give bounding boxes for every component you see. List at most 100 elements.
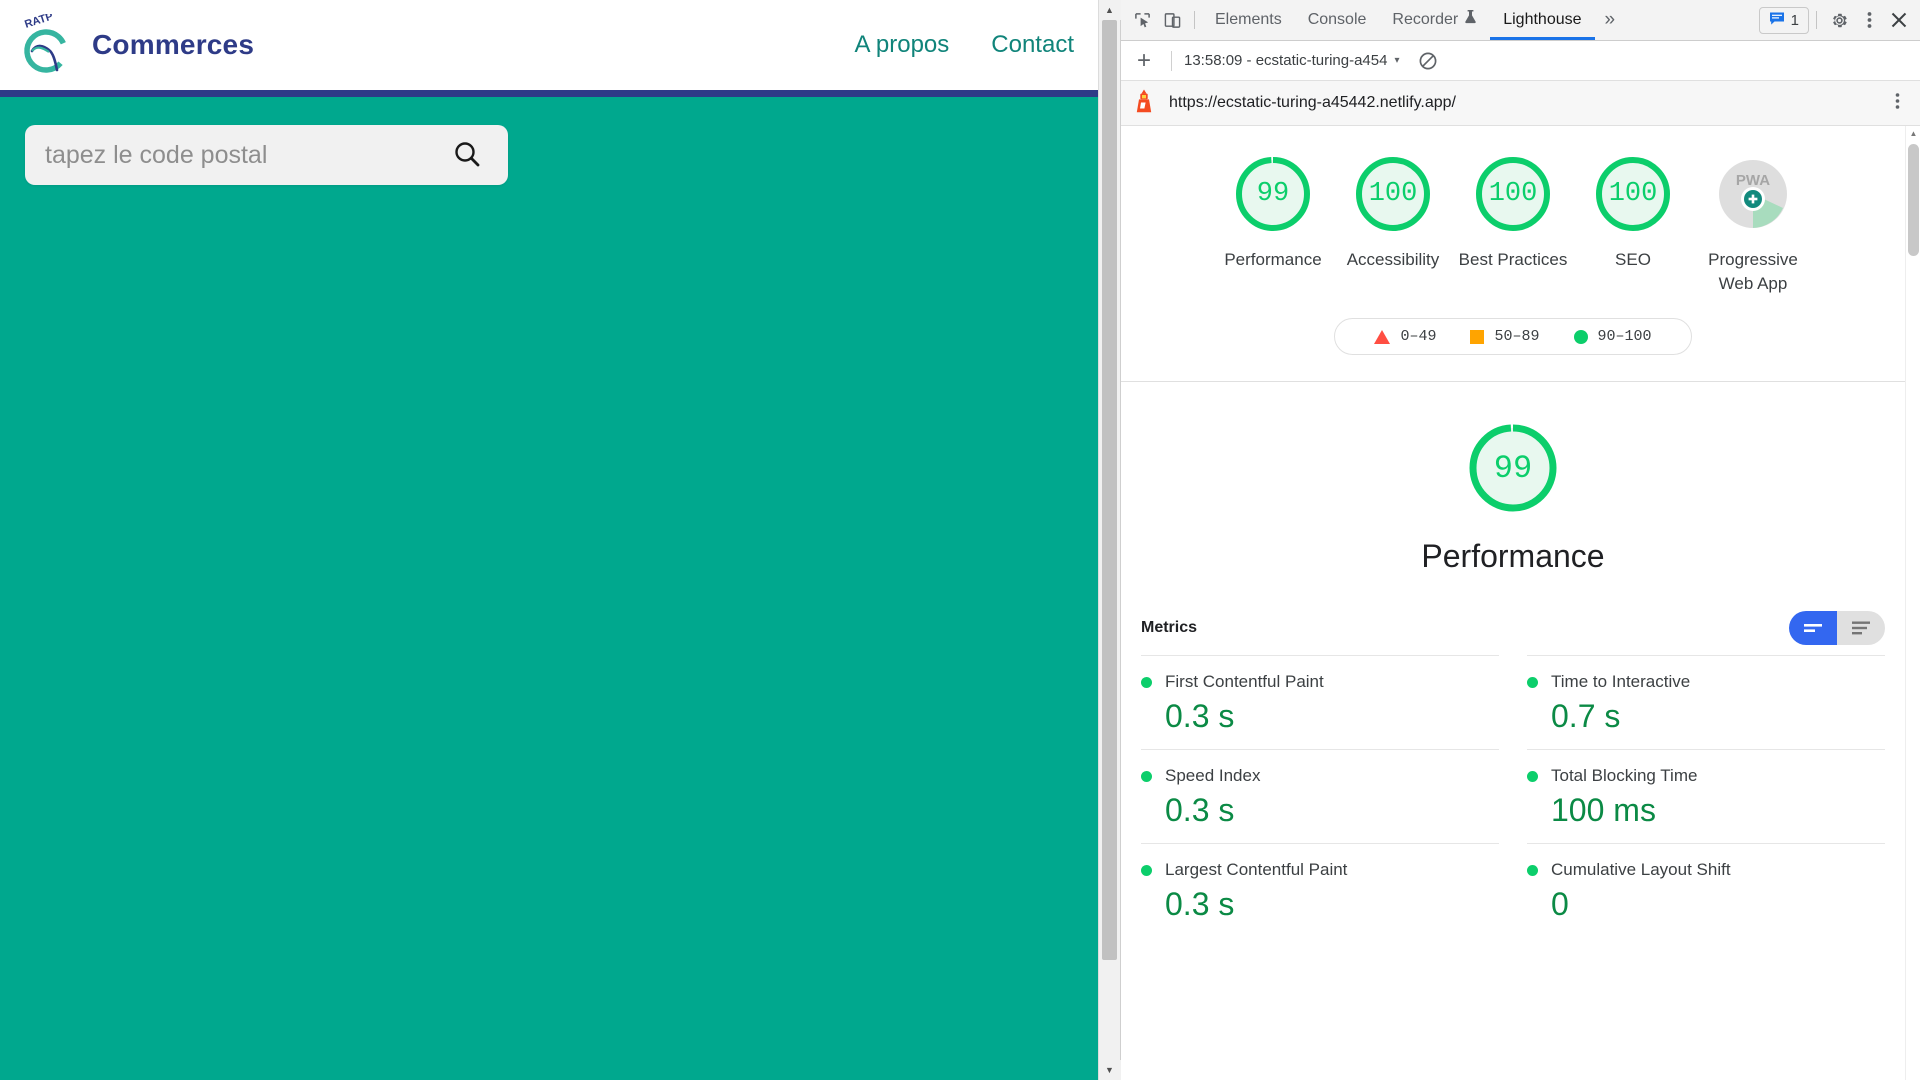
metric-value: 0.7 s — [1551, 698, 1621, 735]
devtools-scrollbar[interactable]: ▲ — [1905, 126, 1920, 1080]
more-tabs-icon[interactable]: » — [1595, 9, 1626, 31]
metric-speed-index[interactable]: Speed Index 0.3 s — [1141, 749, 1499, 843]
page-scrollbar[interactable]: ▲ ▼ — [1098, 0, 1121, 1080]
search-bar[interactable] — [25, 125, 508, 185]
devtools-panel: Elements Console Recorder Lighthouse » 1… — [1120, 0, 1920, 1080]
score-legend: 0–49 50–89 90–100 — [1334, 318, 1692, 356]
expanded-view-icon[interactable] — [1837, 611, 1885, 646]
inspect-element-icon[interactable] — [1127, 5, 1157, 35]
toolbar-separator — [1194, 11, 1195, 29]
metric-largest-contentful-paint[interactable]: Largest Contentful Paint 0.3 s — [1141, 843, 1499, 937]
pwa-label: Progressive Web App — [1708, 250, 1798, 294]
performance-hero-label: Performance — [1421, 538, 1605, 575]
tab-lighthouse[interactable]: Lighthouse — [1490, 0, 1594, 40]
metric-name: First Contentful Paint — [1165, 672, 1324, 692]
message-icon — [1769, 11, 1785, 30]
metric-first-contentful-paint[interactable]: First Contentful Paint 0.3 s — [1141, 655, 1499, 749]
header-divider — [0, 90, 1098, 97]
performance-section-header: 99 Performance — [1121, 382, 1905, 589]
pwa-badge-icon: PWA — [1711, 152, 1795, 236]
metric-name: Total Blocking Time — [1551, 766, 1698, 786]
status-dot-icon — [1141, 676, 1152, 688]
score-legend-wrap: 0–49 50–89 90–100 — [1121, 318, 1905, 381]
metric-name: Time to Interactive — [1551, 672, 1691, 692]
metric-header: Speed Index — [1141, 766, 1499, 786]
tab-recorder[interactable]: Recorder — [1379, 0, 1490, 40]
lighthouse-report: 99 Performance 100 Accessibility 100 Bes… — [1121, 126, 1920, 1080]
clear-report-icon[interactable] — [1415, 48, 1441, 74]
status-dot-icon — [1527, 864, 1538, 876]
square-icon — [1470, 329, 1485, 344]
accessibility-gauge: 100 — [1351, 152, 1435, 236]
metric-cumulative-layout-shift[interactable]: Cumulative Layout Shift 0 — [1527, 843, 1885, 937]
search-input[interactable] — [45, 140, 448, 170]
seo-label: SEO — [1615, 250, 1651, 269]
circle-icon — [1573, 329, 1588, 344]
tab-recorder-label: Recorder — [1392, 11, 1459, 28]
metric-value: 0 — [1551, 886, 1569, 923]
site-nav: A propos Contact — [855, 31, 1074, 59]
score-accessibility[interactable]: 100 Accessibility — [1333, 152, 1453, 296]
plus-icon[interactable]: + — [1129, 48, 1159, 73]
metric-name: Speed Index — [1165, 766, 1261, 786]
kebab-menu-icon[interactable] — [1854, 5, 1884, 35]
issues-badge[interactable]: 1 — [1758, 6, 1809, 34]
best-practices-label: Best Practices — [1458, 250, 1568, 269]
gear-icon[interactable] — [1824, 5, 1854, 35]
legend-average-range: 50–89 — [1494, 328, 1540, 346]
flask-icon — [1464, 0, 1477, 40]
metric-value: 100 ms — [1551, 792, 1656, 829]
brand[interactable]: RATP Commerces — [20, 10, 254, 76]
site-header: RATP Commerces A propos Contact — [0, 0, 1098, 90]
seo-score: 100 — [1608, 179, 1658, 209]
metric-value: 0.3 s — [1165, 886, 1235, 923]
collapsed-view-icon[interactable] — [1789, 611, 1837, 646]
web-page-viewport: RATP Commerces A propos Contact — [0, 0, 1098, 1080]
metric-header: Total Blocking Time — [1527, 766, 1885, 786]
status-dot-icon — [1141, 770, 1152, 782]
chevron-down-icon: ▾ — [1394, 55, 1400, 66]
metrics-view-toggle[interactable] — [1789, 611, 1885, 646]
close-icon[interactable] — [1884, 5, 1914, 35]
score-best-practices[interactable]: 100 Best Practices — [1453, 152, 1573, 296]
report-selector[interactable]: 13:58:09 - ecstatic-turing-a454 ▾ — [1184, 52, 1399, 69]
report-selector-label: 13:58:09 - ecstatic-turing-a454 — [1184, 52, 1388, 69]
score-pwa[interactable]: PWA Progressive Web App — [1693, 152, 1813, 296]
score-performance[interactable]: 99 Performance — [1213, 152, 1333, 296]
metric-total-blocking-time[interactable]: Total Blocking Time 100 ms — [1527, 749, 1885, 843]
report-scroll-area: 99 Performance 100 Accessibility 100 Bes… — [1121, 126, 1905, 1080]
page-scrollbar-thumb[interactable] — [1102, 20, 1117, 960]
lighthouse-run-bar: + 13:58:09 - ecstatic-turing-a454 ▾ — [1121, 41, 1920, 81]
nav-link-contact[interactable]: Contact — [991, 31, 1074, 59]
device-toolbar-icon[interactable] — [1157, 5, 1187, 35]
metric-header: First Contentful Paint — [1141, 672, 1499, 692]
accessibility-label: Accessibility — [1346, 250, 1440, 269]
tab-elements[interactable]: Elements — [1202, 0, 1295, 40]
nav-link-a-propos[interactable]: A propos — [855, 31, 950, 59]
devtools-scroll-up-icon[interactable]: ▲ — [1906, 126, 1920, 141]
ratp-logo-icon: RATP — [20, 10, 78, 76]
tab-console[interactable]: Console — [1295, 0, 1380, 40]
report-menu-icon[interactable] — [1887, 92, 1908, 115]
legend-fail: 0–49 — [1357, 328, 1453, 345]
devtools-toolbar: Elements Console Recorder Lighthouse » 1 — [1121, 0, 1920, 41]
search-icon — [452, 139, 482, 172]
scroll-down-arrow-icon[interactable]: ▼ — [1098, 1060, 1121, 1080]
metric-time-to-interactive[interactable]: Time to Interactive 0.7 s — [1527, 655, 1885, 749]
devtools-scrollbar-thumb[interactable] — [1908, 144, 1919, 256]
triangle-icon — [1374, 329, 1391, 344]
lighthouse-icon — [1133, 89, 1155, 118]
metric-name: Largest Contentful Paint — [1165, 860, 1348, 880]
subbar-separator — [1171, 50, 1172, 71]
legend-fail-range: 0–49 — [1400, 328, 1437, 346]
seo-gauge: 100 — [1591, 152, 1675, 236]
performance-hero-score: 99 — [1493, 449, 1533, 487]
legend-pass: 90–100 — [1557, 328, 1669, 345]
status-dot-icon — [1527, 676, 1538, 688]
performance-gauge: 99 — [1231, 152, 1315, 236]
search-button[interactable] — [448, 136, 486, 174]
scroll-up-arrow-icon[interactable]: ▲ — [1098, 0, 1121, 20]
status-dot-icon — [1141, 864, 1152, 876]
metric-value: 0.3 s — [1165, 792, 1235, 829]
score-seo[interactable]: 100 SEO — [1573, 152, 1693, 296]
